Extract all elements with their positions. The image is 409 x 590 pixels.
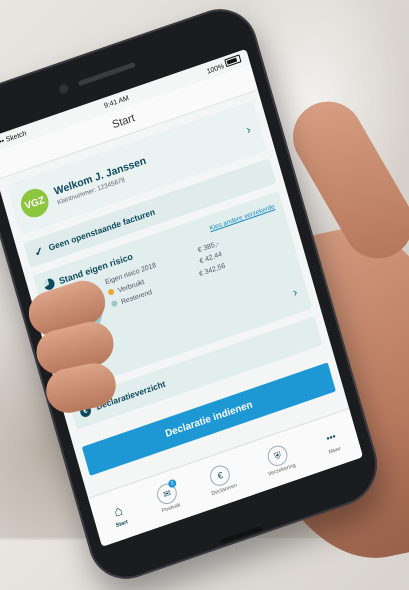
checkmark-icon: ✓ — [32, 244, 45, 260]
camera — [58, 83, 70, 95]
home-indicator — [219, 525, 263, 545]
tab-start[interactable]: ⌂ Start — [107, 499, 131, 530]
tab-postvak[interactable]: ✉ 2 Postvak — [154, 478, 182, 514]
rest-dot — [110, 299, 119, 308]
speaker — [77, 61, 136, 87]
tab-declareren[interactable]: € Declareren — [205, 461, 238, 497]
vgz-logo: VGZ — [17, 185, 52, 222]
battery-icon — [224, 54, 242, 68]
chevron-right-icon: › — [291, 284, 299, 300]
welcome-text: Welkom J. Janssen Klantnummer: 12345678 — [53, 154, 150, 206]
tab-meer-label: Meer — [328, 445, 342, 456]
tab-verzekering[interactable]: ⛨ Verzekering — [261, 441, 296, 478]
tab-start-label: Start — [115, 519, 129, 530]
tab-meer[interactable]: ••• Meer — [320, 426, 344, 457]
used-dot — [107, 288, 115, 296]
unread-badge: 2 — [167, 478, 178, 489]
chevron-right-icon: › — [244, 122, 253, 137]
